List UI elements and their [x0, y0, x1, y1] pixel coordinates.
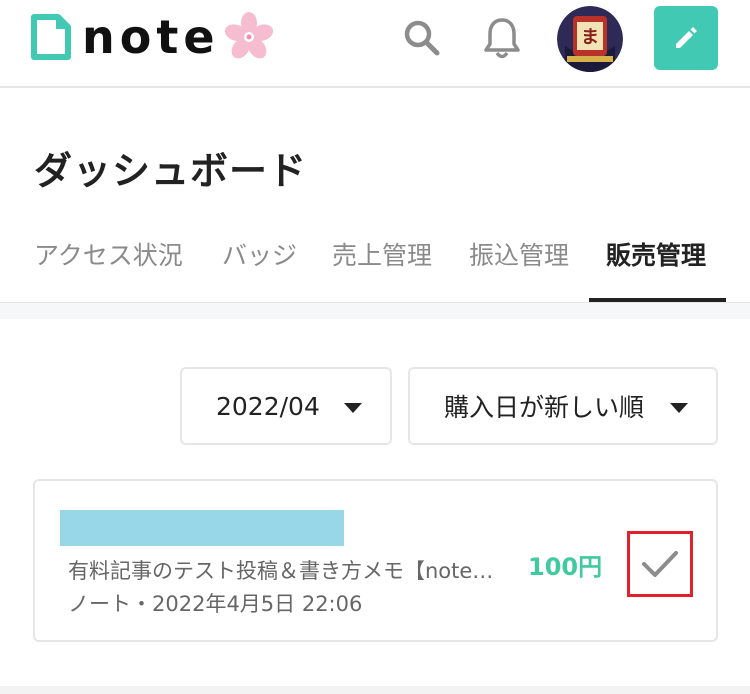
search-icon[interactable]	[402, 18, 442, 62]
sale-price: 100円	[528, 553, 603, 581]
sakura-icon	[224, 12, 273, 59]
tab-sales[interactable]: 売上管理	[332, 236, 432, 300]
logo-text: note	[82, 10, 220, 64]
dashboard-tabs: アクセス状況 バッジ 売上管理 振込管理 販売管理	[0, 236, 750, 304]
active-tab-indicator	[589, 298, 726, 302]
tab-sales-management[interactable]: 販売管理	[606, 236, 706, 300]
avatar[interactable]: ま	[557, 6, 623, 72]
note-logo-icon	[31, 14, 71, 60]
divider-band	[0, 303, 750, 319]
tab-badges[interactable]: バッジ	[222, 236, 297, 300]
note-logo[interactable]: note	[30, 10, 274, 64]
page-title: ダッシュボード	[34, 149, 308, 193]
chevron-down-icon	[344, 403, 362, 413]
svg-text:ま: ま	[581, 27, 599, 48]
month-select-value: 2022/04	[216, 391, 320, 421]
chevron-down-icon	[670, 403, 688, 413]
pencil-icon	[676, 27, 697, 48]
check-button[interactable]	[627, 531, 693, 597]
sale-item-title[interactable]: 有料記事のテスト投稿＆書き方メモ【note…	[68, 555, 493, 585]
app-header: note ま	[0, 0, 750, 88]
bell-icon[interactable]	[484, 16, 520, 64]
tab-access[interactable]: アクセス状況	[34, 236, 183, 300]
month-select[interactable]: 2022/04	[180, 367, 392, 445]
sort-select[interactable]: 購入日が新しい順	[408, 367, 718, 445]
sort-select-value: 購入日が新しい順	[444, 393, 645, 422]
new-post-button[interactable]	[654, 6, 718, 70]
redacted-buyer-name	[60, 510, 344, 546]
sale-item-meta: ノート・2022年4月5日 22:06	[68, 592, 363, 616]
tab-transfers[interactable]: 振込管理	[469, 236, 569, 300]
bottom-divider	[0, 686, 750, 694]
checkmark-icon	[642, 551, 678, 577]
sale-card[interactable]: 有料記事のテスト投稿＆書き方メモ【note… ノート・2022年4月5日 22:…	[33, 479, 718, 642]
